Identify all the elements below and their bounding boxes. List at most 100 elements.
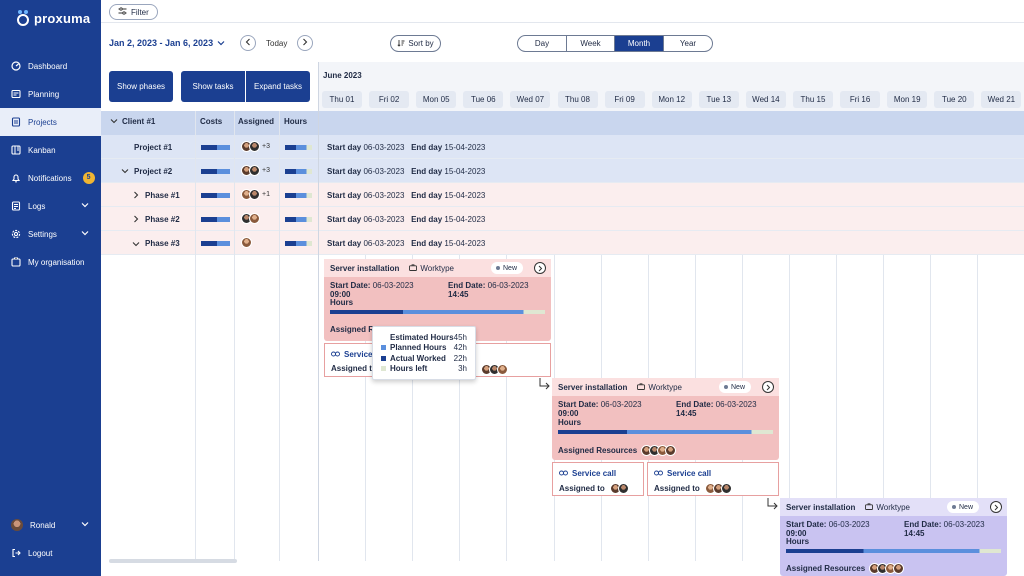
logout-button[interactable]: Logout	[0, 539, 101, 567]
table-row-phase-3[interactable]: Phase #3 Start day 06-03-2023 End day 15…	[101, 231, 1024, 255]
show-phases-button[interactable]: Show phases	[109, 71, 173, 102]
sidebar-item-organisation[interactable]: My organisation	[0, 248, 101, 276]
card-dates: Start Date: 06-03-2023 09:00 End Date: 0…	[330, 281, 551, 299]
worktype: Worktype	[637, 383, 682, 392]
worktype-label: Worktype	[420, 263, 454, 273]
tooltip-label: Estimated Hours	[390, 332, 454, 342]
today-button[interactable]: Today	[266, 39, 287, 48]
sidebar-item-settings[interactable]: Settings	[0, 220, 101, 248]
expand-chevron-icon[interactable]	[121, 167, 129, 176]
end-date: 15-04-2023	[444, 143, 486, 152]
sidebar-item-dashboard[interactable]: Dashboard	[0, 52, 101, 80]
start-date: 06-03-2023	[600, 400, 642, 409]
service-call-card[interactable]: Service call Assigned to	[552, 462, 644, 496]
client-label: Client #1	[122, 117, 156, 126]
sidebar-item-planning[interactable]: Planning	[0, 80, 101, 108]
horizontal-scrollbar[interactable]	[109, 559, 237, 563]
sidebar-footer: Ronald Logout	[0, 511, 101, 567]
tab-year[interactable]: Year	[664, 36, 712, 51]
date-range-picker[interactable]: Jan 2, 2023 - Jan 6, 2023	[109, 38, 225, 48]
start-date-label: Start Date:	[558, 400, 599, 409]
expand-chevron-icon[interactable]	[133, 191, 139, 201]
show-tasks-button[interactable]: Show tasks	[181, 71, 245, 102]
open-card-button[interactable]	[990, 501, 1002, 513]
expand-tasks-button[interactable]: Expand tasks	[245, 71, 310, 102]
start-label: Start day	[327, 167, 362, 176]
tooltip-label: Hours left	[390, 364, 428, 374]
table-row-project-1[interactable]: Project #1 +3 Start day 06-03-2023 End d…	[101, 135, 1024, 159]
start-date: 06-03-2023	[372, 281, 414, 290]
chevron-down-icon	[81, 229, 89, 238]
costs-bar	[201, 241, 230, 246]
briefcase-icon	[637, 382, 646, 392]
hours-progress-bar	[330, 310, 545, 314]
day-column-header: Thu 08	[557, 91, 598, 108]
previous-period-button[interactable]	[240, 35, 256, 51]
open-card-button[interactable]	[534, 262, 546, 274]
assigned-avatars	[641, 445, 677, 456]
day-column-header: Tue 20	[934, 91, 975, 108]
row-label: Phase #1	[145, 191, 180, 200]
table-row-phase-1[interactable]: Phase #1 +1 Start day 06-03-2023 End day…	[101, 183, 1024, 207]
sidebar-item-label: Dashboard	[28, 61, 68, 71]
service-call-title: Service call	[559, 469, 616, 478]
open-card-button[interactable]	[762, 381, 774, 393]
row-label: Project #2	[134, 167, 173, 176]
day-column-header: Thu 01	[322, 91, 362, 108]
logout-label: Logout	[28, 548, 53, 558]
table-row-phase-2[interactable]: Phase #2 Start day 06-03-2023 End day 15…	[101, 207, 1024, 231]
table-row-project-2[interactable]: Project #2 +3 Start day 06-03-2023 End d…	[101, 159, 1024, 183]
divider	[101, 22, 1024, 23]
tab-day[interactable]: Day	[518, 36, 567, 51]
collapse-client-chevron-icon[interactable]	[110, 117, 118, 126]
service-call-card[interactable]: Service call Assigned to	[647, 462, 779, 496]
start-date: 06-03-2023	[363, 167, 405, 176]
task-card[interactable]: Server installation Worktype New Start D…	[780, 498, 1007, 576]
avatar	[617, 483, 629, 494]
card-title: Server installation	[558, 382, 628, 392]
hours-label: Hours	[330, 298, 354, 307]
sidebar: proxuma Dashboard Planning Projects Kanb…	[0, 0, 101, 576]
avatar	[249, 141, 260, 152]
service-call-label: Service call	[572, 469, 617, 478]
next-period-button[interactable]	[297, 35, 313, 51]
task-card[interactable]: Server installation Worktype New Start D…	[552, 378, 779, 460]
avatar	[249, 213, 260, 224]
day-column-header: Thu 15	[793, 91, 833, 108]
start-label: Start day	[327, 239, 362, 248]
timeline-month: June 2023	[323, 71, 362, 80]
avatar	[11, 519, 23, 531]
row-dates: Start day 06-03-2023 End day 15-04-2023	[327, 215, 485, 224]
legend-swatch	[381, 355, 386, 361]
sidebar-item-projects[interactable]: Projects	[0, 108, 101, 136]
user-menu[interactable]: Ronald	[0, 511, 101, 539]
column-divider	[318, 62, 319, 561]
start-label: Start day	[327, 143, 362, 152]
resources-label-text: Assigned Resources	[558, 446, 638, 455]
status-badge: New	[947, 501, 980, 513]
start-date: 06-03-2023	[363, 239, 405, 248]
tab-month[interactable]: Month	[615, 36, 664, 51]
planning-icon	[11, 89, 21, 99]
expand-chevron-icon[interactable]	[133, 215, 139, 225]
tab-week[interactable]: Week	[567, 36, 615, 51]
filter-button[interactable]: Filter	[109, 4, 158, 20]
assigned-to-label: Assigned to	[654, 484, 700, 493]
worktype: Worktype	[409, 264, 454, 273]
end-date: 06-03-2023	[487, 281, 529, 290]
avatar	[720, 483, 732, 494]
sidebar-item-logs[interactable]: Logs	[0, 192, 101, 220]
projects-icon	[11, 117, 21, 127]
sidebar-item-kanban[interactable]: Kanban	[0, 136, 101, 164]
card-title: Server installation	[330, 263, 400, 273]
avatar	[249, 165, 260, 176]
collapse-chevron-icon[interactable]	[132, 240, 140, 249]
end-date: 15-04-2023	[444, 239, 486, 248]
sort-by-button[interactable]: Sort by	[390, 35, 441, 52]
end-date: 15-04-2023	[444, 215, 486, 224]
costs-column-header: Costs	[200, 117, 223, 126]
dashboard-icon	[11, 61, 21, 71]
service-call-title: Service call	[654, 469, 711, 478]
sidebar-item-notifications[interactable]: Notifications 5	[0, 164, 101, 192]
end-date: 06-03-2023	[715, 400, 757, 409]
